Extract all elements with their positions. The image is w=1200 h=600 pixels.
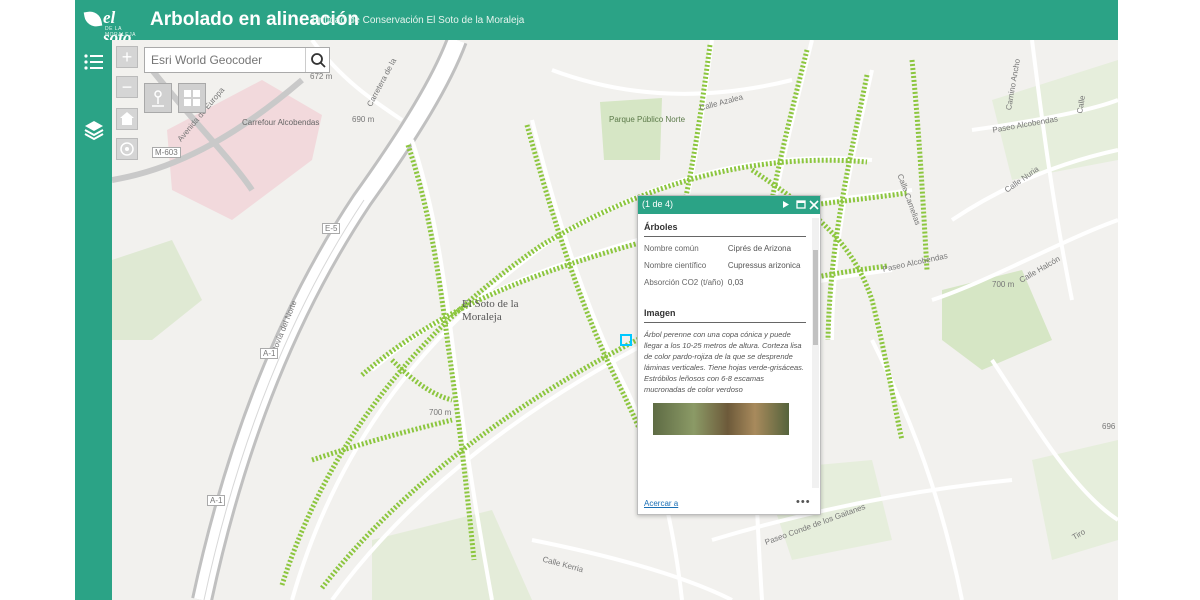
attribute-value: Ciprés de Arizona: [727, 244, 792, 253]
sidebar: [75, 40, 112, 600]
layers-icon[interactable]: [82, 118, 106, 142]
search-input[interactable]: [145, 48, 305, 72]
maximize-button[interactable]: [795, 198, 807, 211]
attribute-row: Nombre común Ciprés de Arizona: [644, 244, 806, 254]
attribute-value: Cupressus arizonica: [727, 261, 801, 270]
map-label-elev-700b: 700 m: [992, 280, 1015, 289]
map-label-e5: E-5: [322, 223, 341, 234]
popup-body: Árboles Nombre común Ciprés de Arizona N…: [638, 214, 812, 496]
more-options-icon[interactable]: •••: [796, 496, 811, 508]
map-label-elev-700a: 700 m: [429, 408, 452, 417]
popup-footer: Acercar a •••: [638, 496, 820, 514]
logo: el soto DE LA MORALEJA: [81, 6, 139, 47]
attribute-row: Absorción CO2 (t/año) 0,03: [644, 278, 806, 288]
zoom-to-link[interactable]: Acercar a: [644, 499, 678, 508]
locate-icon: [120, 142, 134, 156]
map-label-elev-696: 696: [1102, 422, 1116, 431]
locate-button[interactable]: [116, 138, 138, 160]
play-next-icon: [783, 201, 789, 208]
leaf-icon: [83, 9, 103, 29]
map-label-park: Parque Público Norte: [609, 115, 686, 124]
legend-list-icon[interactable]: [82, 50, 106, 74]
search-button[interactable]: [305, 48, 329, 72]
home-icon: [120, 112, 134, 125]
section-title-trees: Árboles: [644, 214, 806, 237]
close-icon: [809, 200, 819, 210]
pin-measure-icon: [152, 90, 164, 107]
search-box: [144, 47, 330, 73]
grid-icon: [184, 90, 200, 106]
zoom-in-button[interactable]: +: [116, 46, 138, 68]
measure-button[interactable]: [144, 83, 172, 113]
home-button[interactable]: [116, 108, 138, 130]
map-label-a1: A-1: [260, 348, 279, 359]
map-label-place-name: El Soto de la Moraleja: [462, 298, 519, 323]
maximize-icon: [796, 200, 806, 209]
map-label-elev-672: 672 m: [310, 72, 333, 81]
zoom-out-button[interactable]: −: [116, 76, 138, 98]
logo-subtext: DE LA MORALEJA: [105, 26, 136, 38]
map-label-elev-690: 690 m: [352, 115, 375, 124]
map-label-carrefour: Carrefour Alcobendas: [242, 118, 320, 127]
attribute-key: Nombre común: [644, 244, 699, 253]
app-subtitle: Entidad de Conservación El Soto de la Mo…: [312, 15, 525, 26]
basemap-gallery-button[interactable]: [178, 83, 206, 113]
next-feature-button[interactable]: [780, 198, 792, 211]
popup-scrollbar[interactable]: [812, 218, 819, 488]
map-label-m603: M-603: [152, 147, 181, 158]
search-icon: [311, 53, 326, 68]
map-label-a1-2: A-1: [207, 495, 226, 506]
app-window: el soto DE LA MORALEJA Arbolado en aline…: [75, 0, 1118, 600]
section-title-image: Imagen: [644, 300, 806, 323]
attribute-value: 0,03: [727, 278, 744, 287]
close-popup-button[interactable]: [808, 198, 820, 211]
scrollbar-thumb[interactable]: [813, 250, 818, 345]
feature-popup: (1 de 4) Árboles Nombre común Ciprés de …: [637, 195, 821, 515]
tree-description: Árbol perenne con una copa cónica y pued…: [644, 330, 805, 394]
popup-header: (1 de 4): [638, 196, 820, 214]
tree-photo: [653, 403, 789, 435]
attribute-row: Nombre científico Cupressus arizonica: [644, 261, 806, 271]
app-header: el soto DE LA MORALEJA Arbolado en aline…: [75, 0, 1118, 47]
attribute-key: Absorción CO2 (t/año): [644, 278, 724, 287]
popup-count: (1 de 4): [642, 199, 674, 209]
map-view[interactable]: Carrefour Alcobendas Parque Público Nort…: [112, 40, 1118, 600]
attribute-key: Nombre científico: [644, 261, 707, 270]
